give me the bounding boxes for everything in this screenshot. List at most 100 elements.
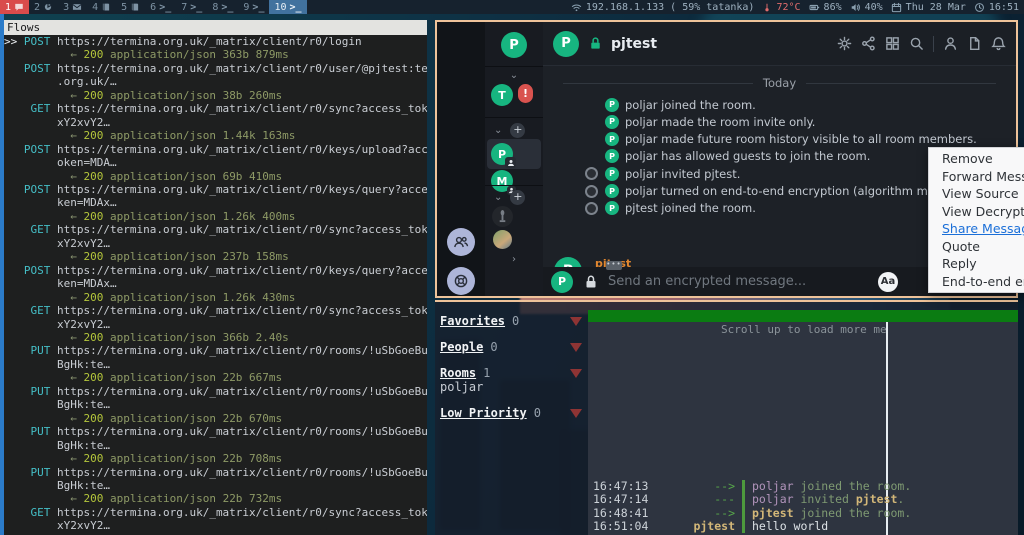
room-header-actions (837, 36, 1006, 52)
people-button[interactable] (447, 228, 475, 256)
collapse-chevron[interactable]: ⌄ (485, 71, 543, 81)
state-event-row[interactable]: Ppoljar made future room history visible… (543, 131, 1016, 148)
buffer-group-header[interactable]: Favorites0 (440, 314, 582, 328)
context-menu-item[interactable]: Quote (929, 238, 1024, 256)
workspace-number: 6 (150, 2, 156, 13)
settings-icon[interactable] (837, 36, 852, 51)
room-entry[interactable] (493, 230, 512, 249)
book-icon (130, 2, 140, 12)
battery-icon (809, 2, 820, 13)
state-event-row[interactable]: Ppoljar made the room invite only. (543, 113, 1016, 130)
workspace-button-2[interactable]: 2 (29, 0, 58, 14)
response-arrow-icon: ← (70, 291, 83, 304)
buffer-group-header[interactable]: People0 (440, 340, 582, 354)
chat-icon (14, 2, 24, 12)
notification-icon[interactable] (991, 36, 1006, 51)
log-prefix: --> (652, 507, 742, 520)
context-menu-item[interactable]: End-to-end encry (929, 273, 1024, 291)
typing-indicator: ••• (606, 261, 622, 270)
add-room-button[interactable]: + (510, 190, 525, 205)
flow-row[interactable]: POST https://termina.org.uk/_matrix/clie… (4, 183, 427, 196)
flow-method: POST (24, 35, 51, 48)
account-avatar-initial: P (501, 32, 527, 58)
flow-row[interactable]: PUT https://termina.org.uk/_matrix/clien… (4, 425, 427, 438)
status-segments: 192.168.1.133 ( 59% tatanka)72°C86%40%Th… (566, 2, 1024, 13)
context-menu-item[interactable]: View Decrypted S (929, 203, 1024, 221)
flow-row[interactable]: POST https://termina.org.uk/_matrix/clie… (4, 143, 427, 156)
workspace-button-6[interactable]: 6>_ (145, 0, 176, 14)
collapse-triangle-icon[interactable] (570, 343, 582, 352)
message-input[interactable] (608, 274, 878, 289)
chat-log-line: 16:48:41-->pjtest joined the room. (588, 507, 884, 520)
rooms-sidebar: P ⌄ T ! ⌄ + P M (485, 22, 543, 296)
flow-row[interactable]: GET https://termina.org.uk/_matrix/clien… (4, 102, 427, 115)
flow-row[interactable]: PUT https://termina.org.uk/_matrix/clien… (4, 385, 427, 398)
collapse-triangle-icon[interactable] (570, 369, 582, 378)
room-avatar: M (491, 170, 513, 192)
context-menu-item[interactable]: Share Message (929, 220, 1024, 238)
buffer-group-header[interactable]: Rooms1 (440, 366, 582, 380)
chevron-down-icon[interactable]: ⌄ (494, 193, 502, 203)
flow-row[interactable]: POST https://termina.org.uk/_matrix/clie… (4, 264, 427, 277)
workspace-button-8[interactable]: 8>_ (207, 0, 238, 14)
flow-method: POST (24, 143, 51, 156)
event-avatar: P (605, 98, 619, 112)
workspace-button-7[interactable]: 7>_ (176, 0, 207, 14)
context-menu-item[interactable]: Forward Message (929, 168, 1024, 186)
context-menu-item[interactable]: View Source (929, 185, 1024, 203)
account-avatar[interactable]: P (485, 32, 543, 58)
share-icon[interactable] (861, 36, 876, 51)
buffer-group-header[interactable]: Low Priority0 (440, 406, 582, 420)
time-status: 16:51 (989, 2, 1019, 13)
state-event-row[interactable]: Ppoljar joined the room. (543, 96, 1016, 113)
buffer-item[interactable]: poljar (440, 380, 582, 394)
flow-row[interactable]: GET https://termina.org.uk/_matrix/clien… (4, 304, 427, 317)
collapse-triangle-icon[interactable] (570, 409, 582, 418)
rooms-grid-icon[interactable] (885, 36, 900, 51)
response-meta: application/json 1.44k 163ms (103, 129, 295, 142)
file-icon[interactable] (967, 36, 982, 51)
room-entry[interactable]: M (491, 170, 513, 192)
flow-row[interactable]: PUT https://termina.org.uk/_matrix/clien… (4, 466, 427, 479)
flow-row[interactable]: GET https://termina.org.uk/_matrix/clien… (4, 506, 427, 519)
room-entry[interactable] (492, 206, 513, 227)
expand-chevron[interactable]: › (485, 255, 543, 265)
lifebuoy-icon (453, 273, 469, 289)
context-menu-item[interactable]: Reply (929, 255, 1024, 273)
flow-focus-marker (4, 385, 24, 398)
workspace-button-5[interactable]: 5 (116, 0, 145, 14)
workspace-button-4[interactable]: 4 (87, 0, 116, 14)
workspace-button-3[interactable]: 3 (58, 0, 87, 14)
banner-clip: Scroll up to load more mess (588, 323, 886, 336)
workspace-button-1[interactable]: 1 (0, 0, 29, 14)
flow-method: GET (24, 506, 51, 519)
format-button[interactable]: Aa (878, 272, 898, 292)
terminal-icon: >_ (221, 2, 233, 13)
workspace-number: 8 (212, 2, 218, 13)
search-icon[interactable] (909, 36, 924, 51)
workspace-button-10[interactable]: 10>_ (269, 0, 306, 14)
flow-response: ← 200 application/json 38b 260ms (4, 89, 427, 102)
chevron-down-icon[interactable]: ⌄ (494, 126, 502, 136)
flow-row[interactable]: PUT https://termina.org.uk/_matrix/clien… (4, 344, 427, 357)
event-marker-icon (585, 185, 598, 198)
flow-row[interactable]: GET https://termina.org.uk/_matrix/clien… (4, 223, 427, 236)
member-icon[interactable] (943, 36, 958, 51)
flow-row[interactable]: >> POST https://termina.org.uk/_matrix/c… (4, 35, 427, 48)
flow-focus-marker (4, 264, 24, 277)
flow-method: PUT (24, 425, 51, 438)
workspace-button-9[interactable]: 9>_ (238, 0, 269, 14)
help-button[interactable] (447, 267, 475, 295)
flow-method: POST (24, 62, 51, 75)
divider (933, 36, 934, 52)
buffer-group-count: 0 (490, 340, 497, 354)
room-entry[interactable]: T (491, 84, 513, 106)
collapse-triangle-icon[interactable] (570, 317, 582, 326)
response-meta: application/json 38b 260ms (103, 89, 282, 102)
response-arrow-icon: ← (70, 412, 83, 425)
context-menu-item[interactable]: Remove (929, 150, 1024, 168)
add-room-button[interactable]: + (510, 123, 525, 138)
workspace-number: 5 (121, 2, 127, 13)
room-entry-selected[interactable]: P (491, 143, 513, 165)
flow-row[interactable]: POST https://termina.org.uk/_matrix/clie… (4, 62, 427, 75)
